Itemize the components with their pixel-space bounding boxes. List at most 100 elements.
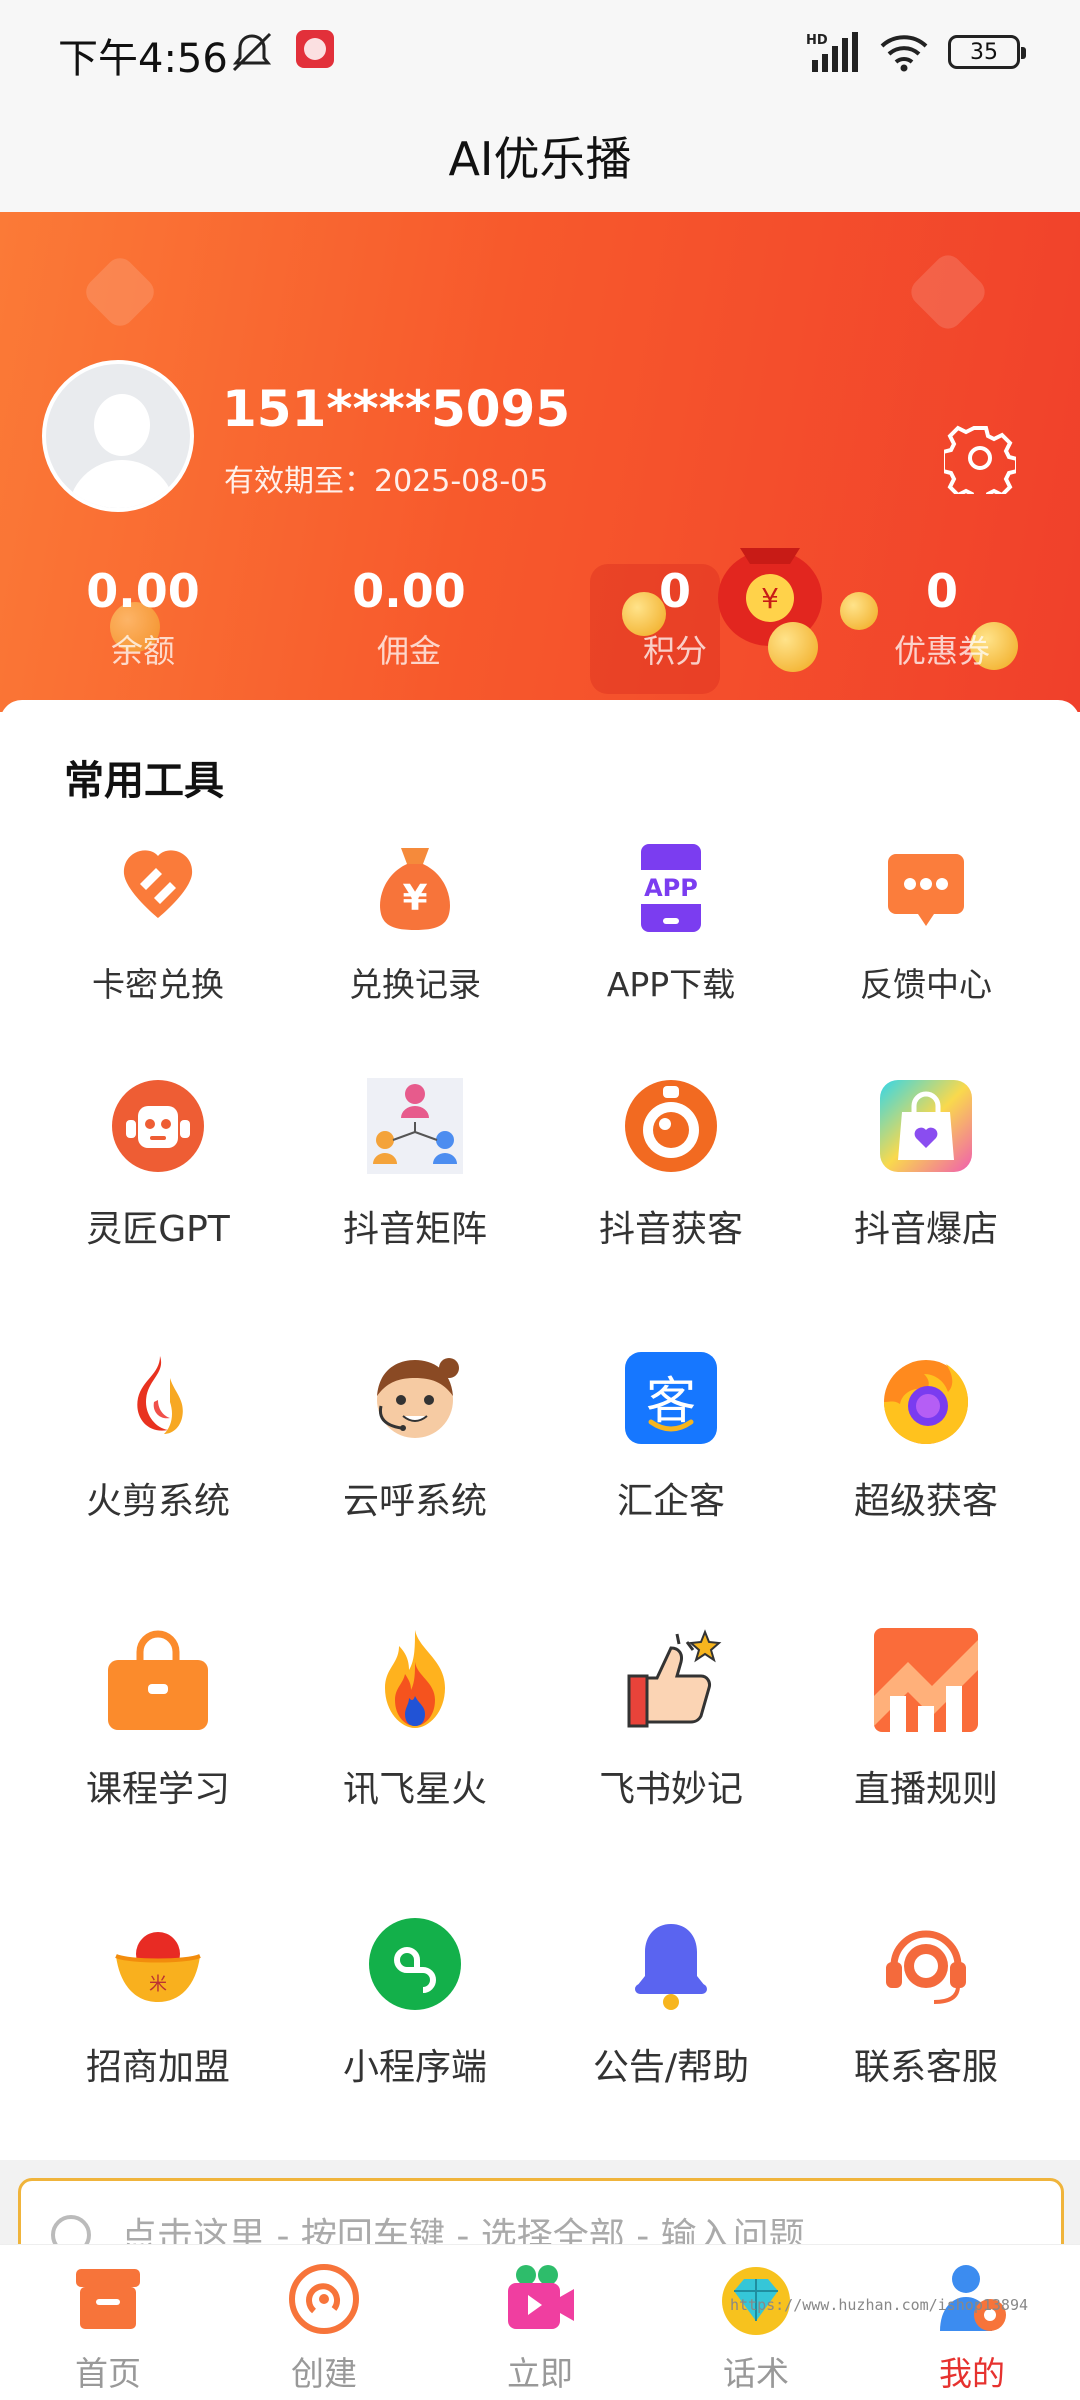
video-icon <box>508 2265 574 2329</box>
headset-icon <box>886 1930 966 2004</box>
stat-value: 0.00 <box>352 564 466 618</box>
operator-icon <box>377 1358 459 1438</box>
avatar-head <box>94 394 150 456</box>
fire-icon <box>385 1630 445 1728</box>
tool-app-download[interactable]: APP APP下载 <box>536 840 806 1006</box>
bell-icon <box>635 1924 707 2010</box>
gold-ingot-icon: 米 <box>115 1932 201 2002</box>
app-franchise[interactable]: 米 招商加盟 <box>23 1916 293 2090</box>
svg-text:¥: ¥ <box>402 878 427 919</box>
svg-text:APP: APP <box>644 874 698 902</box>
thumbs-up-icon <box>627 1629 722 1728</box>
tool-label: 卡密兑换 <box>92 965 224 1004</box>
nav-mine[interactable]: 我的 <box>864 2261 1080 2395</box>
app-label: 公告/帮助 <box>592 2047 750 2088</box>
money-bag-icon: ¥ <box>380 848 450 930</box>
app-label: 抖音获客 <box>598 1209 743 1250</box>
stat-label: 积分 <box>642 632 707 670</box>
app-label: 课程学习 <box>85 1769 230 1810</box>
app-douyin-matrix[interactable]: 抖音矩阵 <box>280 1078 550 1252</box>
watermark: https://www.huzhan.com/ishop13894 <box>730 2296 1029 2314</box>
stat-value: 0 <box>925 564 958 618</box>
network-type: HD <box>806 33 828 48</box>
app-label: 超级获客 <box>853 1481 998 1522</box>
nav-scripts[interactable]: 话术 <box>648 2261 864 2395</box>
stat-points[interactable]: 0 积分 <box>575 564 775 672</box>
user-network-icon <box>367 1078 463 1174</box>
stat-value: 0 <box>658 564 691 618</box>
stat-value: 0.00 <box>86 564 200 618</box>
chart-icon <box>874 1628 978 1732</box>
page-title: AI优乐播 <box>448 132 632 186</box>
nav-label: 首页 <box>75 2354 141 2393</box>
tool-label: 兑换记录 <box>349 965 481 1004</box>
app-douyin-store[interactable]: 抖音爆店 <box>791 1078 1061 1252</box>
stat-balance[interactable]: 0.00 余额 <box>43 564 243 672</box>
decor-diamond <box>80 252 160 332</box>
app-notice-help[interactable]: 公告/帮助 <box>536 1916 806 2090</box>
app-huojian-system[interactable]: 火剪系统 <box>23 1350 293 1524</box>
status-time: 下午4:56 <box>58 36 228 82</box>
mute-icon <box>232 32 272 72</box>
nav-label: 立即 <box>507 2354 573 2393</box>
section-title: 常用工具 <box>64 758 224 804</box>
signal-icon: HD <box>806 32 858 72</box>
stat-coupons[interactable]: 0 优惠券 <box>842 564 1042 672</box>
tool-feedback[interactable]: 反馈中心 <box>791 840 1061 1006</box>
nav-label: 话术 <box>723 2354 789 2393</box>
app-course-study[interactable]: 课程学习 <box>23 1626 293 1812</box>
app-customer-service[interactable]: 联系客服 <box>791 1916 1061 2090</box>
tool-card-exchange[interactable]: 卡密兑换 <box>23 840 293 1006</box>
tool-exchange-record[interactable]: ¥ 兑换记录 <box>280 840 550 1006</box>
tool-label: APP下载 <box>606 965 736 1004</box>
decor-diamond <box>905 249 991 335</box>
app-screen: 下午4:56 HD 35 AI优乐播 151****5095 有效期至：2025… <box>0 0 1080 2400</box>
miniprogram-icon <box>369 1918 461 2010</box>
app-live-rules[interactable]: 直播规则 <box>791 1626 1061 1812</box>
stat-commission[interactable]: 0.00 佣金 <box>309 564 509 672</box>
firefox-icon <box>884 1360 968 1444</box>
app-label: 小程序端 <box>342 2047 487 2088</box>
battery-icon: 35 <box>948 35 1026 69</box>
nav-label: 我的 <box>939 2354 1005 2393</box>
app-super-leads[interactable]: 超级获客 <box>791 1350 1061 1524</box>
app-label: 火剪系统 <box>85 1481 230 1522</box>
nav-home[interactable]: 首页 <box>0 2261 216 2395</box>
app-douyin-leads[interactable]: 抖音获客 <box>536 1078 806 1252</box>
app-mini-program[interactable]: 小程序端 <box>280 1916 550 2090</box>
app-feishu-minutes[interactable]: 飞书妙记 <box>536 1626 806 1812</box>
avatar[interactable] <box>42 360 194 512</box>
app-notification-icon <box>296 30 334 68</box>
title-bar: AI优乐播 <box>0 100 1080 212</box>
gear-icon[interactable] <box>944 422 1016 494</box>
app-label: 招商加盟 <box>85 2047 230 2088</box>
stat-label: 佣金 <box>376 632 441 670</box>
app-label: 讯飞星火 <box>342 1769 487 1810</box>
status-indicators: HD 35 <box>806 30 1026 74</box>
nav-now[interactable]: 立即 <box>432 2261 648 2395</box>
app-xunfei-spark[interactable]: 讯飞星火 <box>280 1626 550 1812</box>
robot-icon <box>112 1080 204 1172</box>
app-label: 抖音矩阵 <box>342 1209 487 1250</box>
status-bar: 下午4:56 HD 35 <box>0 0 1080 100</box>
nav-create[interactable]: 创建 <box>216 2261 432 2395</box>
app-cloud-call[interactable]: 云呼系统 <box>280 1350 550 1524</box>
expire-date: 有效期至：2025-08-05 <box>224 464 549 499</box>
ke-icon: 客 <box>625 1352 717 1444</box>
app-lingjiang-gpt[interactable]: 灵匠GPT <box>23 1078 293 1252</box>
avatar-body <box>68 460 176 508</box>
app-huiqike[interactable]: 客 汇企客 <box>536 1350 806 1524</box>
app-label: 抖音爆店 <box>853 1209 998 1250</box>
svg-text:米: 米 <box>149 1974 167 1995</box>
stat-label: 余额 <box>110 632 175 670</box>
app-label: 飞书妙记 <box>598 1769 743 1810</box>
shopping-bag-icon <box>880 1080 972 1172</box>
app-label: 联系客服 <box>853 2047 998 2088</box>
tool-label: 反馈中心 <box>860 965 992 1004</box>
card-exchange-icon <box>123 850 193 918</box>
target-icon <box>625 1080 717 1172</box>
flame-icon <box>137 1356 183 1434</box>
app-download-icon: APP <box>631 844 711 932</box>
bottom-nav: 首页 创建 立即 话术 我的 <box>0 2244 1080 2400</box>
app-label: 汇企客 <box>616 1481 725 1522</box>
